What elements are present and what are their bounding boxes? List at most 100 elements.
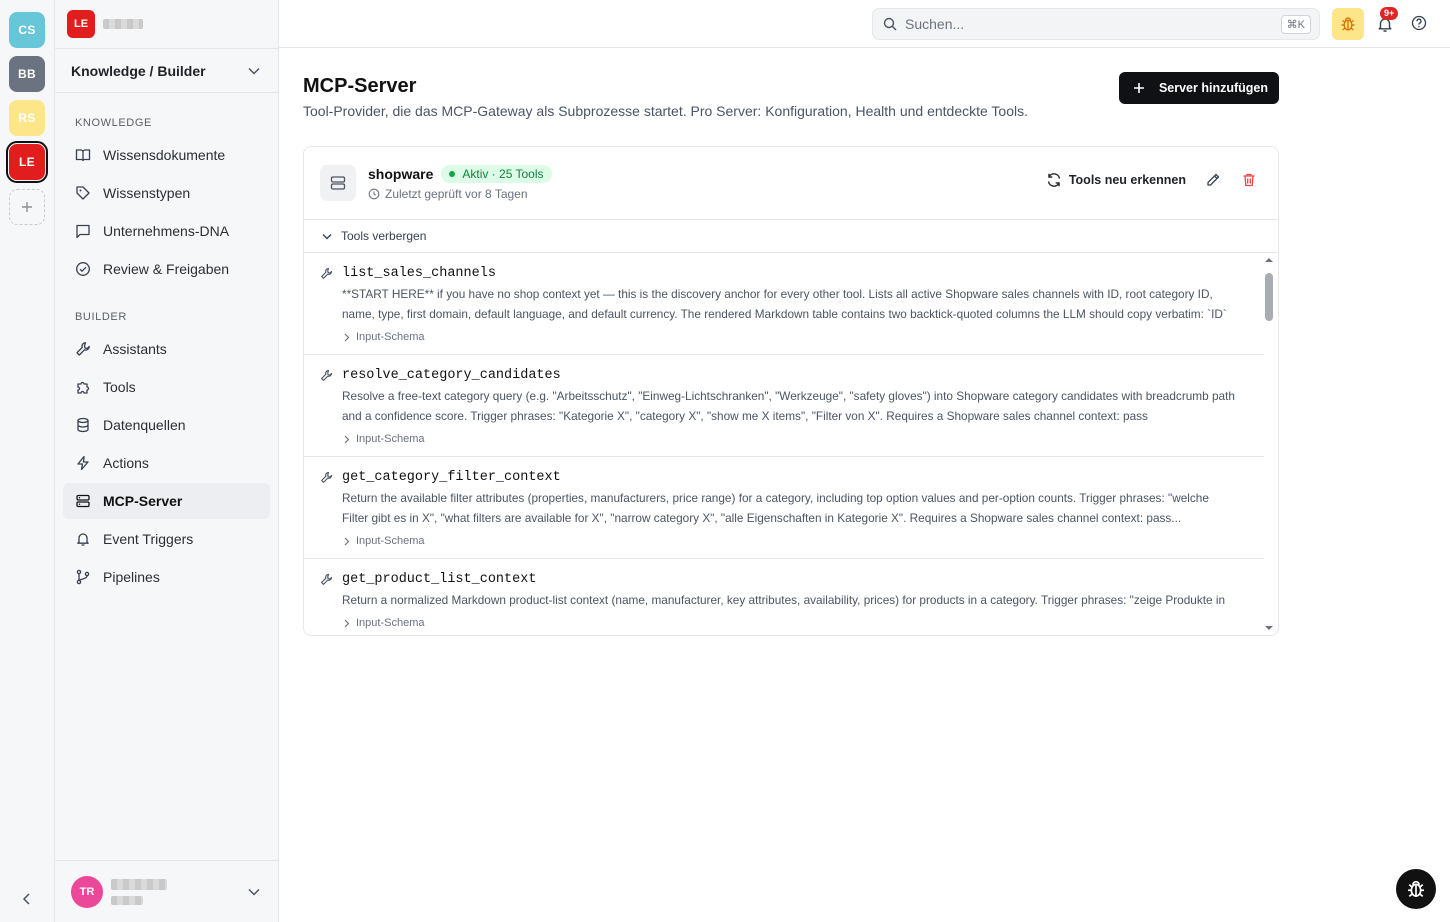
workspace-bb[interactable]: BB	[9, 56, 45, 92]
sidebar-item-review-freigaben[interactable]: Review & Freigaben	[63, 251, 270, 287]
sidebar-item-tools[interactable]: Tools	[63, 369, 270, 405]
search-input[interactable]	[905, 16, 1265, 32]
collapse-sidebar-button[interactable]	[18, 890, 36, 908]
last-checked: Zuletzt geprüft vor 8 Tagen	[368, 187, 552, 201]
scroll-down-icon[interactable]	[1264, 625, 1274, 631]
puzzle-icon	[75, 379, 91, 395]
bell-icon	[75, 531, 91, 547]
workspace-rail: CS BB RS LE	[0, 0, 55, 922]
lightning-icon	[75, 455, 91, 471]
notification-count-badge: 9+	[1380, 7, 1399, 20]
toggle-tools-button[interactable]: Tools verbergen	[304, 220, 1278, 253]
workspace-le[interactable]: LE	[6, 141, 48, 183]
sidebar-header: LE	[55, 0, 278, 48]
server-card-header: shopware Aktiv · 25 Tools Zuletzt geprüf…	[304, 147, 1278, 220]
sidebar-item-wissenstypen[interactable]: Wissenstypen	[63, 175, 270, 211]
last-checked-text: Zuletzt geprüft vor 8 Tagen	[385, 187, 528, 201]
sidebar-item-label: Unternehmens-DNA	[103, 223, 230, 239]
floating-bug-report-button[interactable]	[1396, 869, 1436, 909]
bug-report-button[interactable]	[1332, 8, 1364, 40]
chevron-right-icon	[344, 435, 350, 443]
git-branch-icon	[75, 569, 91, 585]
sidebar-item-label: Datenquellen	[103, 417, 186, 433]
user-menu[interactable]: TR	[55, 860, 278, 922]
org-logo[interactable]: LE	[67, 10, 95, 38]
tool-description: Return the available filter attributes (…	[342, 491, 1209, 525]
scrollbar-thumb[interactable]	[1265, 273, 1273, 321]
sidebar-item-label: Wissenstypen	[103, 185, 191, 201]
trash-icon	[1243, 173, 1255, 187]
chevron-right-icon	[344, 537, 350, 545]
delete-server-button[interactable]	[1240, 171, 1258, 189]
help-button[interactable]	[1410, 14, 1428, 32]
chevron-down-icon	[322, 233, 332, 239]
page-header: MCP-Server Tool-Provider, die das MCP-Ga…	[303, 72, 1279, 119]
avatar: TR	[71, 875, 103, 908]
sidebar-item-assistants[interactable]: Assistants	[63, 331, 270, 367]
rescan-tools-button[interactable]: Tools neu erkennen	[1046, 172, 1186, 188]
input-schema-label: Input-Schema	[356, 535, 425, 547]
user-info-redacted	[111, 878, 167, 905]
tool-description: Return a normalized Markdown product-lis…	[342, 593, 1226, 607]
sidebar-item-mcp-server[interactable]: MCP-Server	[63, 483, 270, 519]
book-open-icon	[75, 147, 91, 163]
server-icon	[75, 493, 91, 509]
rescan-tools-label: Tools neu erkennen	[1068, 173, 1186, 187]
tool-list[interactable]: list_sales_channels **START HERE** if yo…	[304, 253, 1278, 635]
tool-item: get_category_filter_context Return the a…	[304, 457, 1264, 559]
sidebar-item-label: Wissensdokumente	[103, 147, 226, 163]
sidebar-item-actions[interactable]: Actions	[63, 445, 270, 481]
top-bar: ⌘K 9+	[279, 0, 1450, 48]
workspace-rs[interactable]: RS	[9, 100, 45, 136]
sidebar-item-unternehmens-dna[interactable]: Unternehmens-DNA	[63, 213, 270, 249]
check-circle-icon	[75, 261, 91, 277]
message-square-icon	[75, 223, 91, 239]
scroll-up-icon[interactable]	[1264, 257, 1274, 263]
tool-name: list_sales_channels	[342, 266, 496, 281]
sidebar-item-pipelines[interactable]: Pipelines	[63, 559, 270, 595]
wrench-icon	[75, 341, 91, 357]
server-icon	[320, 165, 356, 201]
input-schema-toggle[interactable]: Input-Schema	[320, 428, 1236, 456]
add-server-button[interactable]: Server hinzufügen	[1118, 72, 1279, 104]
tool-list-scrollbar[interactable]	[1264, 253, 1276, 635]
refresh-icon	[1047, 173, 1061, 187]
tool-item: get_product_list_context Return a normal…	[304, 559, 1264, 635]
edit-server-button[interactable]	[1204, 171, 1222, 189]
clock-icon	[368, 188, 380, 200]
area-switcher[interactable]: Knowledge / Builder	[55, 48, 278, 93]
sidebar-item-label: MCP-Server	[103, 493, 183, 509]
input-schema-label: Input-Schema	[356, 331, 425, 343]
add-server-label: Server hinzufügen	[1158, 81, 1268, 95]
sidebar-item-event-triggers[interactable]: Event Triggers	[63, 521, 270, 557]
org-name-redacted	[103, 19, 143, 29]
tool-name: get_category_filter_context	[342, 470, 561, 485]
input-schema-toggle[interactable]: Input-Schema	[320, 530, 1236, 558]
search-shortcut: ⌘K	[1280, 15, 1311, 34]
input-schema-toggle[interactable]: Input-Schema	[320, 326, 1236, 354]
chevron-left-icon	[22, 893, 30, 905]
bug-icon	[1341, 17, 1355, 31]
tool-item: list_sales_channels **START HERE** if yo…	[304, 253, 1264, 355]
sidebar-item-wissensdokumente[interactable]: Wissensdokumente	[63, 137, 270, 173]
sidebar-item-label: Actions	[103, 455, 149, 471]
search-icon	[883, 17, 897, 31]
workspace-cs[interactable]: CS	[9, 12, 45, 48]
status-badge-label: Aktiv · 25 Tools	[462, 167, 544, 181]
sidebar-item-label: Pipelines	[103, 569, 160, 585]
chevron-right-icon	[344, 619, 350, 627]
wrench-icon	[321, 573, 333, 585]
status-badge: Aktiv · 25 Tools	[441, 165, 552, 183]
chevron-down-icon	[248, 888, 260, 896]
sidebar-item-label: Tools	[103, 379, 136, 395]
input-schema-toggle[interactable]: Input-Schema	[320, 612, 1236, 635]
tool-description: **START HERE** if you have no shop conte…	[342, 287, 1227, 321]
server-card: shopware Aktiv · 25 Tools Zuletzt geprüf…	[303, 146, 1279, 636]
search-box[interactable]: ⌘K	[872, 8, 1320, 40]
add-workspace-button[interactable]	[9, 189, 45, 225]
wrench-icon	[321, 369, 333, 381]
section-title-knowledge: KNOWLEDGE	[75, 117, 152, 129]
tool-name: get_product_list_context	[342, 572, 537, 587]
input-schema-label: Input-Schema	[356, 617, 425, 629]
sidebar-item-datenquellen[interactable]: Datenquellen	[63, 407, 270, 443]
